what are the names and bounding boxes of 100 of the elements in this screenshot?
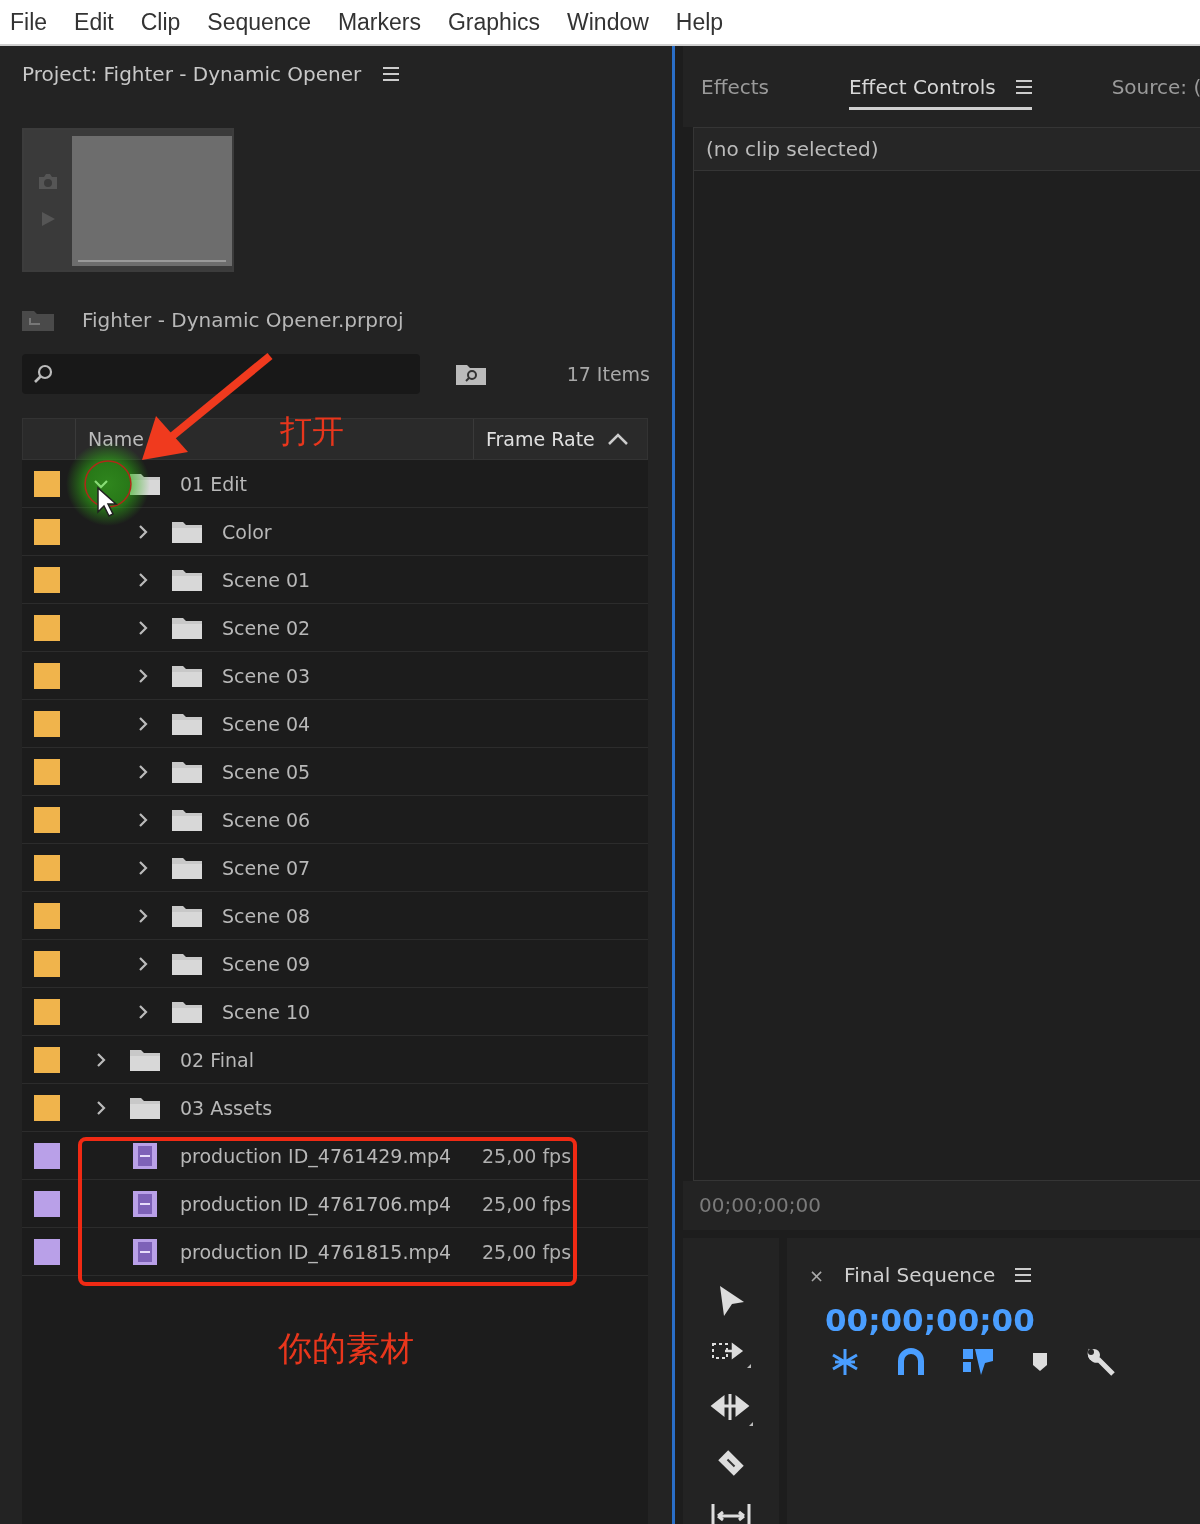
timecode: 00;00;00;00 xyxy=(699,1193,821,1218)
label-color-swatch[interactable] xyxy=(34,950,60,977)
disclosure-chevron-icon[interactable] xyxy=(136,668,150,683)
folder-icon xyxy=(172,904,202,927)
disclosure-chevron-icon[interactable] xyxy=(136,1004,150,1019)
item-name[interactable]: 01 Edit xyxy=(180,472,247,495)
item-name[interactable]: Scene 05 xyxy=(222,760,311,783)
disclosure-chevron-icon[interactable] xyxy=(136,908,150,923)
folder-icon xyxy=(172,1000,202,1023)
label-color-swatch[interactable] xyxy=(34,710,60,737)
disclosure-chevron-icon[interactable] xyxy=(136,620,150,635)
item-name[interactable]: Scene 07 xyxy=(222,856,311,879)
search-field[interactable] xyxy=(22,354,420,394)
label-color-swatch[interactable] xyxy=(34,758,60,785)
label-color-swatch[interactable] xyxy=(34,806,60,833)
disclosure-chevron-icon[interactable] xyxy=(136,956,150,971)
label-color-swatch[interactable] xyxy=(34,1094,60,1121)
ripple-edit-tool-icon[interactable] xyxy=(709,1392,753,1428)
video-clip-icon xyxy=(130,1189,160,1218)
frame-rate: 25,00 fps xyxy=(482,1240,572,1263)
label-color-swatch[interactable] xyxy=(34,998,60,1025)
item-name[interactable]: Scene 10 xyxy=(222,1000,311,1023)
wrench-icon[interactable] xyxy=(1085,1346,1117,1378)
label-color-swatch[interactable] xyxy=(34,854,60,881)
marker-icon[interactable] xyxy=(1031,1351,1049,1373)
item-name[interactable]: Scene 02 xyxy=(222,616,311,639)
label-color-swatch[interactable] xyxy=(34,1238,60,1265)
item-name[interactable]: Scene 08 xyxy=(222,904,311,927)
project-file-name: Fighter - Dynamic Opener.prproj xyxy=(82,308,404,332)
disclosure-chevron-icon[interactable] xyxy=(136,764,150,779)
annotation-label: 你的素材 xyxy=(278,1327,414,1370)
close-button[interactable]: × xyxy=(809,1264,825,1286)
annotation-label: 打开 xyxy=(280,411,344,452)
menu-item[interactable]: Clip xyxy=(140,8,181,36)
menu-icon[interactable] xyxy=(383,65,400,83)
panel-tab[interactable]: Final Sequence xyxy=(844,1263,996,1287)
menu-item[interactable]: Help xyxy=(675,8,724,36)
folder-icon xyxy=(172,712,202,735)
item-name[interactable]: Scene 03 xyxy=(222,664,311,687)
panel-tab[interactable]: Effect Controls xyxy=(849,62,1032,110)
disclosure-chevron-icon[interactable] xyxy=(136,572,150,587)
menu-item[interactable]: Graphics xyxy=(448,8,541,36)
disclosure-chevron-icon[interactable] xyxy=(136,812,150,827)
item-name[interactable]: Color xyxy=(222,520,272,543)
label-color-swatch[interactable] xyxy=(34,1190,60,1217)
item-name[interactable]: 03 Assets xyxy=(180,1096,273,1119)
empty-message: (no clip selected) xyxy=(706,136,879,161)
new-bin-icon[interactable] xyxy=(456,363,486,385)
folder-icon xyxy=(130,1096,160,1119)
sort-ascending-icon[interactable] xyxy=(606,432,629,446)
folder-icon xyxy=(172,616,202,639)
disclosure-chevron-icon[interactable] xyxy=(136,524,150,539)
panel-tab[interactable]: Effects xyxy=(701,62,769,110)
item-name[interactable]: Scene 01 xyxy=(222,568,311,591)
item-name[interactable]: production ID_4761429.mp4 xyxy=(180,1144,452,1167)
panel-tab[interactable]: Source: ( xyxy=(1111,62,1200,110)
item-name[interactable]: production ID_4761815.mp4 xyxy=(180,1240,452,1263)
play-icon xyxy=(39,210,57,228)
slip-tool-icon[interactable] xyxy=(710,1502,752,1524)
snap-magnet-icon[interactable] xyxy=(897,1347,925,1377)
folder-icon xyxy=(172,808,202,831)
menu-item[interactable]: Sequence xyxy=(207,8,311,36)
item-count: 17 Items xyxy=(566,363,650,385)
menu-icon[interactable] xyxy=(1015,1266,1032,1284)
frame-rate: 25,00 fps xyxy=(482,1144,572,1167)
folder-icon xyxy=(172,760,202,783)
folder-icon xyxy=(172,856,202,879)
folder-icon xyxy=(130,472,160,495)
disclosure-chevron-icon[interactable] xyxy=(94,1100,108,1115)
column-header[interactable]: Name xyxy=(88,428,145,450)
label-color-swatch[interactable] xyxy=(34,1142,60,1169)
label-color-swatch[interactable] xyxy=(34,614,60,641)
project-file-icon xyxy=(22,309,54,331)
item-name[interactable]: Scene 09 xyxy=(222,952,311,975)
frame-rate: 25,00 fps xyxy=(482,1192,572,1215)
folder-icon xyxy=(172,568,202,591)
playhead-timecode[interactable]: 00;00;00;00 xyxy=(825,1302,1200,1338)
item-name[interactable]: Scene 06 xyxy=(222,808,311,831)
search-icon xyxy=(32,363,54,385)
disclosure-chevron-icon[interactable] xyxy=(136,716,150,731)
label-color-swatch[interactable] xyxy=(34,662,60,689)
label-color-swatch[interactable] xyxy=(34,518,60,545)
disclosure-chevron-icon[interactable] xyxy=(136,860,150,875)
item-name[interactable]: production ID_4761706.mp4 xyxy=(180,1192,452,1215)
label-color-swatch[interactable] xyxy=(34,470,60,497)
label-color-swatch[interactable] xyxy=(34,902,60,929)
item-name[interactable]: Scene 04 xyxy=(222,712,311,735)
folder-icon xyxy=(172,952,202,975)
label-color-swatch[interactable] xyxy=(34,566,60,593)
menu-item[interactable]: Window xyxy=(567,8,649,36)
column-header[interactable]: Frame Rate xyxy=(486,428,595,450)
folder-icon xyxy=(172,520,202,543)
panel-title: Project: Fighter - Dynamic Opener xyxy=(22,62,362,86)
video-clip-icon xyxy=(130,1237,160,1266)
menu-item[interactable]: File xyxy=(10,8,48,36)
disclosure-chevron-icon[interactable] xyxy=(94,1052,108,1067)
label-color-swatch[interactable] xyxy=(34,1046,60,1073)
menu-item[interactable]: Edit xyxy=(74,8,114,36)
item-name[interactable]: 02 Final xyxy=(180,1048,254,1071)
menu-item[interactable]: Markers xyxy=(337,8,421,36)
